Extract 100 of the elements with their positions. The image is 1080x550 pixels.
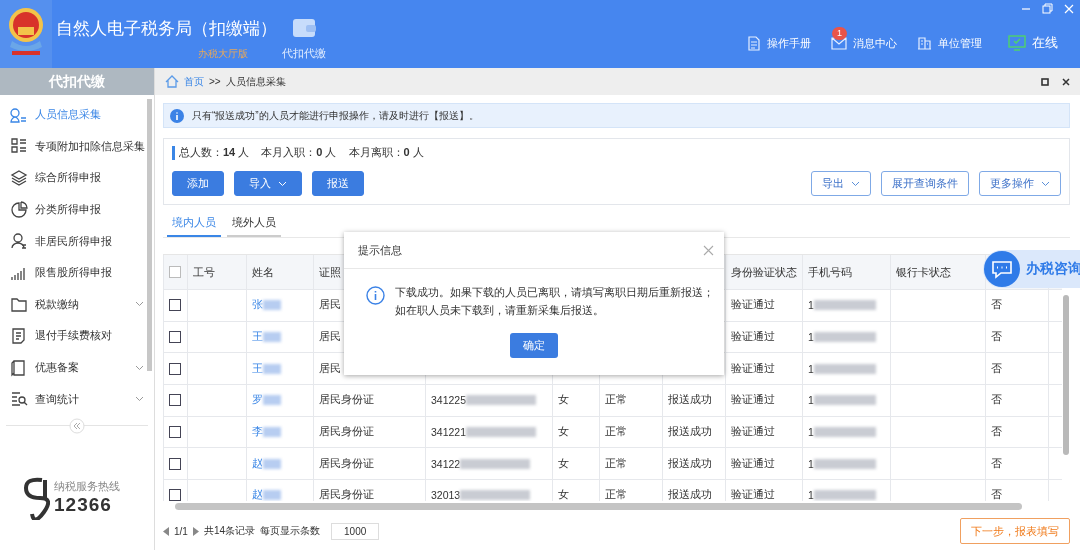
row-checkbox[interactable] [169, 394, 181, 407]
scrollbar[interactable] [175, 503, 1022, 510]
row-checkbox[interactable] [169, 299, 181, 312]
name-link[interactable]: 赵 [252, 456, 263, 471]
tab[interactable]: 境内人员 [167, 215, 221, 237]
header-link[interactable]: 在线 [1008, 23, 1058, 52]
toolbar-button[interactable]: 展开查询条件 [881, 171, 969, 196]
blurred-text [263, 363, 281, 374]
table-cell: 验证通过 [731, 456, 775, 471]
sidebar-item[interactable]: 税款缴纳 [0, 288, 146, 321]
row-checkbox[interactable] [169, 331, 181, 344]
toolbar-button[interactable]: 导入 [234, 171, 302, 196]
table-cell: 验证通过 [731, 298, 775, 313]
next-step-button[interactable]: 下一步，报表填写 [960, 518, 1070, 544]
table-cell: 否 [991, 330, 1002, 345]
table-cell: 报送成功 [668, 456, 712, 471]
previous-page-icon[interactable] [163, 526, 169, 536]
scrollbar[interactable] [147, 99, 152, 371]
column-header: 身份验证状态 [731, 264, 797, 280]
toolbar-button[interactable]: 报送 [312, 171, 364, 196]
header-link[interactable]: 操作手册 [747, 24, 811, 51]
name-link[interactable]: 王 [252, 361, 263, 376]
sidebar-item[interactable]: 人员信息采集 [0, 99, 146, 131]
toolbar-button[interactable]: 添加 [172, 171, 224, 196]
table-cell: 验证通过 [731, 488, 775, 501]
table-cell: 报送成功 [668, 425, 712, 440]
page-size-field[interactable]: 1000 [331, 522, 380, 540]
table-cell: 验证通过 [731, 361, 775, 376]
wallet-icon [290, 16, 318, 40]
record-count: 共14条记录 [203, 524, 256, 538]
row-checkbox[interactable] [169, 457, 181, 470]
page-indicator: 1/1 [174, 525, 188, 537]
table-cell: 1 [808, 362, 814, 375]
sidebar-item[interactable]: 优惠备案 [0, 351, 146, 384]
scrollbar[interactable] [1063, 295, 1069, 455]
table-cell: 居民身份证 [319, 393, 374, 408]
blurred-text [813, 458, 876, 469]
blurred-text [813, 395, 876, 406]
row-checkbox[interactable] [169, 489, 181, 501]
table-cell: 1 [808, 299, 814, 312]
table-cell: 34122 [431, 457, 461, 470]
blurred-text [460, 458, 531, 469]
row-checkbox[interactable] [169, 426, 181, 439]
document-icon [10, 326, 28, 345]
next-page-icon[interactable] [192, 526, 199, 536]
notice-text: 只有“报送成功”的人员才能进行申报操作，请及时进行【报送】。 [192, 108, 479, 123]
folder-icon [10, 295, 28, 314]
blurred-text [263, 395, 281, 406]
table-cell: 1 [808, 426, 814, 439]
column-header: 证照 [319, 264, 341, 280]
close-icon[interactable] [1062, 77, 1070, 86]
row-checkbox[interactable] [169, 362, 181, 375]
table-cell: 女 [558, 456, 569, 471]
sidebar-item[interactable]: 查询统计 [0, 383, 146, 415]
sidebar-item[interactable]: 分类所得申报 [0, 193, 146, 226]
blurred-text [813, 300, 876, 311]
sidebar-item[interactable]: 非居民所得申报 [0, 225, 146, 257]
toolbar-button[interactable]: 更多操作 [979, 171, 1061, 196]
confirm-button[interactable]: 确定 [510, 333, 558, 358]
blurred-text [263, 427, 281, 438]
name-link[interactable]: 张 [252, 298, 263, 313]
table-cell: 验证通过 [731, 330, 775, 345]
table-cell: 1 [808, 394, 814, 407]
table-cell: 1 [808, 331, 814, 344]
table-cell: 居民 [319, 361, 341, 376]
table-cell: 否 [991, 456, 1002, 471]
sidebar-item[interactable]: 退付手续费核对 [0, 320, 146, 352]
tab[interactable]: 境外人员 [227, 215, 281, 237]
name-link[interactable]: 李 [252, 425, 263, 440]
person-icon [10, 232, 28, 251]
select-all-checkbox[interactable] [169, 266, 181, 278]
table-cell: 否 [991, 298, 1002, 313]
name-link[interactable]: 罗 [252, 393, 263, 408]
restore-icon[interactable] [1042, 3, 1053, 14]
home-icon[interactable] [165, 75, 179, 88]
table-cell: 否 [991, 361, 1002, 376]
breadcrumb-link[interactable]: 首页 [184, 74, 204, 89]
header-link[interactable]: 1 消息中心 [831, 24, 897, 51]
sidebar-item[interactable]: 限售股所得申报 [0, 256, 146, 289]
toolbar-button[interactable]: 导出 [811, 171, 871, 196]
maximize-icon[interactable] [1041, 77, 1049, 86]
table-cell: 1 [808, 489, 814, 501]
name-link[interactable]: 赵 [252, 488, 263, 501]
sidebar-item[interactable]: 专项附加扣除信息采集 [0, 130, 146, 163]
breadcrumb-separator: >> [209, 76, 221, 87]
nav-tab[interactable]: 代扣代缴 [282, 16, 326, 61]
monitor-icon [1008, 35, 1026, 51]
sidebar-item[interactable]: 综合所得申报 [0, 162, 146, 194]
table-cell: 正常 [605, 456, 627, 471]
stat-text: 总人数：14 人 [179, 145, 250, 160]
blurred-text [466, 395, 537, 406]
collapse-icon[interactable] [69, 417, 85, 434]
chevron-icon[interactable] [135, 364, 144, 371]
page-size-label: 每页显示条数 [260, 524, 321, 538]
chevron-icon[interactable] [135, 396, 144, 403]
blurred-text [263, 458, 281, 469]
header-link[interactable]: 单位管理 [917, 24, 982, 51]
blurred-text [813, 490, 876, 501]
chevron-icon[interactable] [135, 301, 144, 308]
name-link[interactable]: 王 [252, 330, 263, 345]
